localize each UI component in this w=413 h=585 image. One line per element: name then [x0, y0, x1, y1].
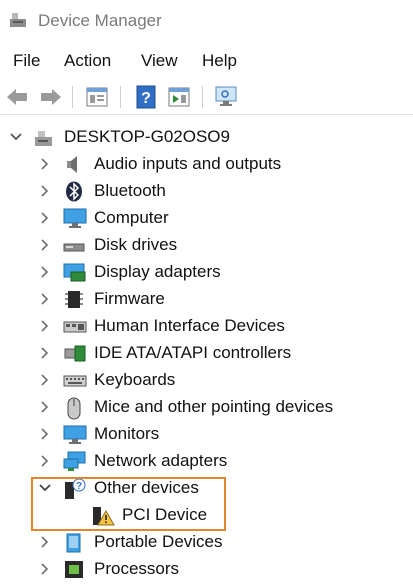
mouse-icon — [63, 397, 85, 420]
tree-item-audio[interactable]: Audio inputs and outputs — [0, 151, 413, 178]
tree-item-label: IDE ATA/ATAPI controllers — [94, 343, 292, 362]
toolbar-separator — [120, 86, 121, 108]
tree-item-label: Processors — [94, 559, 180, 578]
portable-device-icon — [63, 532, 85, 553]
display-adapter-icon — [63, 262, 86, 283]
tree-item-keyboards[interactable]: Keyboards — [0, 367, 413, 394]
chevron-right-icon[interactable] — [37, 184, 51, 198]
tree-item-label: Mice and other pointing devices — [94, 397, 334, 416]
title-bar: Device Manager — [0, 0, 413, 42]
tree-root-label: DESKTOP-G02OSO9 — [64, 127, 230, 146]
tree-item-mice[interactable]: Mice and other pointing devices — [0, 394, 413, 421]
disk-drive-icon — [63, 235, 85, 256]
toolbar-separator — [72, 86, 73, 108]
computer-tree-icon — [34, 127, 56, 148]
svg-text:?: ? — [141, 90, 151, 107]
chevron-right-icon[interactable] — [37, 562, 51, 576]
monitor-icon — [63, 424, 87, 445]
chevron-right-icon[interactable] — [37, 157, 51, 171]
hid-icon — [63, 316, 87, 337]
chevron-right-icon[interactable] — [37, 373, 51, 387]
network-adapter-icon — [63, 451, 86, 472]
menu-file[interactable]: File — [13, 51, 40, 71]
tree-item-label: Monitors — [94, 424, 160, 443]
action-pane-icon[interactable] — [166, 84, 192, 110]
firmware-icon — [63, 289, 85, 310]
processor-icon — [63, 559, 85, 580]
properties-pane-icon[interactable] — [84, 84, 110, 110]
menu-help[interactable]: Help — [202, 51, 237, 71]
highlight-box — [31, 477, 226, 531]
tree-item-display-adapters[interactable]: Display adapters — [0, 259, 413, 286]
chevron-right-icon[interactable] — [37, 319, 51, 333]
chevron-down-icon[interactable] — [9, 130, 23, 144]
ide-controller-icon — [63, 343, 86, 364]
tree-item-label: Disk drives — [94, 235, 178, 254]
tree-item-label: Display adapters — [94, 262, 221, 281]
menu-bar: File Action View Help — [0, 46, 413, 74]
toolbar-separator — [202, 86, 203, 108]
chevron-right-icon[interactable] — [37, 238, 51, 252]
chevron-right-icon[interactable] — [37, 211, 51, 225]
tree-item-label: Bluetooth — [94, 181, 166, 200]
help-icon[interactable]: ? — [133, 84, 159, 110]
bluetooth-icon — [63, 181, 85, 202]
chevron-right-icon[interactable] — [37, 427, 51, 441]
tree-item-label: Audio inputs and outputs — [94, 154, 282, 173]
speaker-icon — [63, 154, 85, 175]
tree-item-label: Portable Devices — [94, 532, 223, 551]
menu-action[interactable]: Action — [64, 51, 111, 71]
tree-item-monitors[interactable]: Monitors — [0, 421, 413, 448]
forward-icon[interactable] — [38, 84, 64, 110]
menu-view[interactable]: View — [141, 51, 178, 71]
tree-item-computer[interactable]: Computer — [0, 205, 413, 232]
tree-item-label: Network adapters — [94, 451, 228, 470]
tree-item-disk-drives[interactable]: Disk drives — [0, 232, 413, 259]
tree-item-label: Keyboards — [94, 370, 176, 389]
tree-item-ide-controllers[interactable]: IDE ATA/ATAPI controllers — [0, 340, 413, 367]
toolbar: ? — [0, 80, 413, 115]
tree-item-portable-devices[interactable]: Portable Devices — [0, 529, 413, 556]
monitor-scan-icon[interactable] — [213, 84, 239, 110]
chevron-right-icon[interactable] — [37, 535, 51, 549]
tree-item-label: Human Interface Devices — [94, 316, 285, 335]
keyboard-icon — [63, 370, 87, 391]
chevron-right-icon[interactable] — [37, 346, 51, 360]
device-manager-icon — [8, 10, 30, 30]
tree-item-network-adapters[interactable]: Network adapters — [0, 448, 413, 475]
back-icon[interactable] — [4, 84, 30, 110]
tree-item-label: Firmware — [94, 289, 165, 308]
chevron-right-icon[interactable] — [37, 265, 51, 279]
window-title: Device Manager — [38, 11, 162, 30]
tree-root[interactable]: DESKTOP-G02OSO9 — [0, 124, 413, 151]
tree-item-label: Computer — [94, 208, 169, 227]
tree-item-bluetooth[interactable]: Bluetooth — [0, 178, 413, 205]
computer-icon — [63, 208, 87, 229]
tree-item-firmware[interactable]: Firmware — [0, 286, 413, 313]
chevron-right-icon[interactable] — [37, 454, 51, 468]
tree-item-processors[interactable]: Processors — [0, 556, 413, 583]
tree-item-hid[interactable]: Human Interface Devices — [0, 313, 413, 340]
chevron-right-icon[interactable] — [37, 292, 51, 306]
chevron-right-icon[interactable] — [37, 400, 51, 414]
